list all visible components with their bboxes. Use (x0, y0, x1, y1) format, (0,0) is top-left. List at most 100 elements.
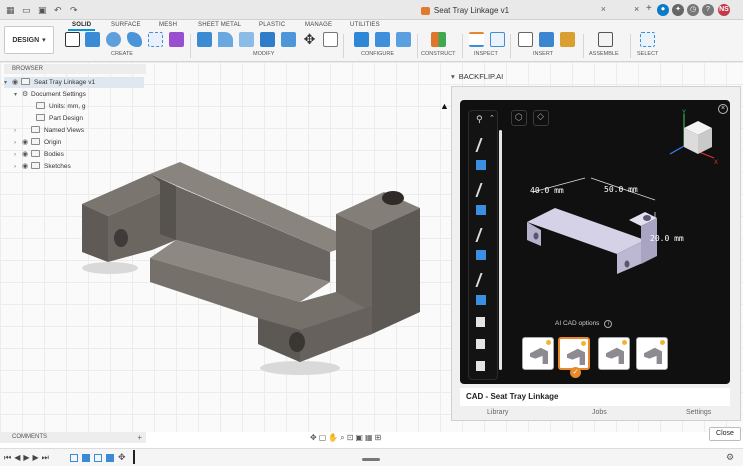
browser-header[interactable]: BROWSER (4, 64, 146, 74)
configure-group-label[interactable]: CONFIGURE (361, 51, 394, 57)
play-icon[interactable]: ▶ (23, 453, 32, 462)
browser-item-named-views[interactable]: › Named Views (14, 125, 84, 136)
redo-icon[interactable]: ↷ (70, 5, 78, 15)
tab-solid[interactable]: SOLID (67, 22, 96, 31)
step-forward-icon[interactable]: ▶ (33, 453, 42, 462)
tab-sheet-metal[interactable]: SHEET METAL (198, 22, 241, 28)
construct-group-label[interactable]: CONSTRUCT (421, 51, 456, 57)
configure-table-icon[interactable] (354, 32, 369, 47)
tab-utilities[interactable]: UTILITIES (350, 22, 380, 28)
browser-item-origin[interactable]: › ◉ Origin (14, 137, 61, 148)
modify-group-label[interactable]: MODIFY (253, 51, 274, 57)
strip-box-icon[interactable] (476, 295, 486, 305)
loft-icon[interactable] (148, 32, 163, 47)
configure-theme-icon[interactable] (396, 32, 411, 47)
timeline-extrude-icon[interactable] (82, 454, 90, 462)
browser-item-part-design[interactable]: Part Design (36, 113, 83, 124)
user-avatar[interactable]: NS (718, 4, 730, 16)
split-body-icon[interactable] (281, 32, 296, 47)
fillet-icon[interactable] (218, 32, 233, 47)
help-icon[interactable]: ? (702, 4, 714, 16)
select-icon[interactable] (640, 32, 655, 47)
timeline-sketch-icon[interactable] (94, 454, 102, 462)
configure-rule-icon[interactable] (375, 32, 390, 47)
look-at-icon[interactable]: ▢ (319, 433, 329, 442)
chevron-right-icon[interactable]: › (14, 150, 22, 161)
tab-manage[interactable]: MANAGE (305, 22, 332, 28)
timeline-handle[interactable] (362, 458, 380, 461)
strip-box-icon[interactable] (476, 205, 486, 215)
chevron-down-icon[interactable]: ▾ (451, 72, 455, 81)
document-tab[interactable]: Seat Tray Linkage v1 × (320, 3, 610, 18)
browser-root[interactable]: ▾ ◉ Seat Tray Linkage v1 (4, 77, 144, 88)
strip-box-icon[interactable] (476, 160, 486, 170)
strip-box-icon[interactable] (476, 250, 486, 260)
decal-icon[interactable] (539, 32, 554, 47)
notifications-icon[interactable]: ◷ (687, 4, 699, 16)
tab-surface[interactable]: SURFACE (111, 22, 141, 28)
tab-library[interactable]: Library (487, 409, 508, 416)
select-group-label[interactable]: SELECT (637, 51, 658, 57)
measure-icon[interactable] (469, 32, 484, 47)
save-icon[interactable]: ▣ (38, 5, 47, 15)
info-icon[interactable]: i (604, 320, 613, 328)
browser-item-document-settings[interactable]: ▾ ⚙ Document Settings (14, 89, 86, 100)
chevron-up-icon[interactable]: ⌃ (489, 114, 495, 122)
viewports-icon[interactable]: ⊞ (375, 433, 384, 442)
insert-derive-icon[interactable] (518, 32, 533, 47)
create-form-icon[interactable] (169, 32, 184, 47)
browser-item-units[interactable]: Units: mm, g (36, 101, 85, 112)
close-icon[interactable]: × (634, 4, 639, 14)
grid-icon[interactable]: ▦ (365, 433, 375, 442)
workspace-switcher[interactable]: DESIGN ▾ (4, 26, 54, 54)
go-to-start-icon[interactable]: ⏮ (4, 453, 14, 462)
tab-jobs[interactable]: Jobs (592, 409, 607, 416)
timeline-settings-icon[interactable]: ⚙ (726, 452, 734, 463)
cad-option-4[interactable] (636, 337, 668, 370)
inspect-group-label[interactable]: INSPECT (474, 51, 498, 57)
chevron-right-icon[interactable]: › (14, 126, 22, 137)
go-to-end-icon[interactable]: ⏭ (42, 453, 52, 462)
pan-icon[interactable]: ✋ (328, 433, 340, 442)
tab-mesh[interactable]: MESH (159, 22, 177, 28)
revolve-icon[interactable] (106, 32, 121, 47)
undo-icon[interactable]: ↶ (54, 5, 62, 15)
section-analysis-icon[interactable] (490, 32, 505, 47)
strip-document-icon[interactable] (476, 317, 485, 327)
display-settings-icon[interactable]: ▣ (355, 433, 365, 442)
extensions-icon[interactable]: ✦ (672, 4, 684, 16)
panel-header[interactable]: ▾ BACKFLIP.AI (451, 70, 743, 84)
assemble-group-label[interactable]: ASSEMBLE (589, 51, 619, 57)
move-icon[interactable]: ✥ (302, 32, 317, 47)
view-cube[interactable]: Y X (664, 106, 724, 168)
timeline-marker[interactable] (133, 450, 135, 464)
close-button[interactable]: Close (709, 427, 741, 441)
new-component-icon[interactable] (598, 32, 613, 47)
chevron-down-icon[interactable]: ▾ (4, 78, 12, 89)
eye-icon[interactable]: ◉ (22, 149, 31, 160)
step-back-icon[interactable]: ◀ (14, 453, 23, 462)
add-comment-icon[interactable]: + (137, 432, 142, 443)
extrude-icon[interactable] (85, 32, 100, 47)
chevron-right-icon[interactable]: › (14, 162, 22, 173)
browser-item-bodies[interactable]: › ◉ Bodies (14, 149, 64, 160)
strip-document-icon[interactable] (476, 339, 485, 349)
link-icon[interactable]: ⚲ (476, 114, 483, 125)
align-icon[interactable] (323, 32, 338, 47)
strip-document-icon[interactable] (476, 361, 485, 371)
online-icon[interactable]: ⏺ (657, 4, 669, 16)
timeline-extrude-icon[interactable] (106, 454, 114, 462)
tab-settings[interactable]: Settings (686, 409, 711, 416)
eye-icon[interactable]: ◉ (22, 137, 31, 148)
eye-icon[interactable]: ◉ (12, 77, 21, 88)
cad-option-2[interactable] (558, 337, 590, 370)
shell-icon[interactable] (239, 32, 254, 47)
orbit-icon[interactable]: ✥ (310, 433, 319, 442)
eye-icon[interactable]: ◉ (22, 161, 31, 172)
create-group-label[interactable]: CREATE (111, 51, 133, 57)
browser-item-sketches[interactable]: › ◉ Sketches (14, 161, 71, 172)
combine-icon[interactable] (260, 32, 275, 47)
tab-plastic[interactable]: PLASTIC (259, 22, 285, 28)
chevron-down-icon[interactable]: ▾ (14, 90, 22, 101)
timeline-move-icon[interactable]: ✥ (118, 452, 126, 463)
